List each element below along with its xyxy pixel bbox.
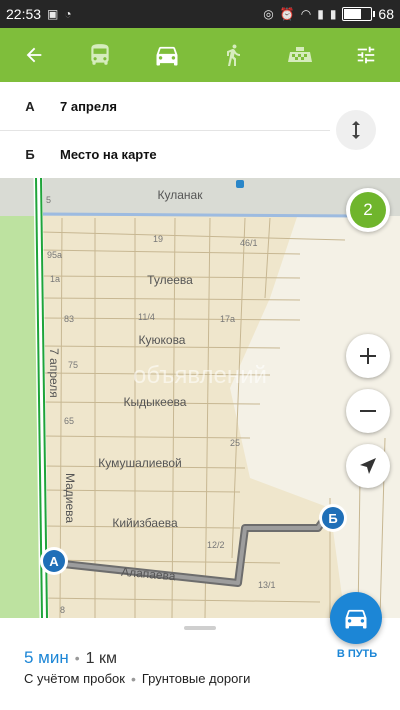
to-value: Место на карте [60, 146, 157, 162]
house-number: 95a [47, 250, 62, 260]
separator-dot: • [74, 650, 80, 666]
from-value: 7 апреля [60, 98, 117, 114]
transport-toolbar [0, 28, 400, 82]
street-label-kuyukova: Куюкова [139, 333, 186, 347]
bus-stop-icon [236, 180, 244, 188]
swap-vertical-icon [352, 121, 360, 139]
to-letter: Б [25, 146, 35, 162]
house-number: 11/4 [138, 312, 155, 322]
route-variants-count: 2 [350, 192, 386, 228]
marker-a[interactable]: А [40, 547, 68, 575]
house-number: 46/1 [240, 238, 258, 248]
minus-icon [360, 410, 376, 412]
marker-b[interactable]: Б [319, 504, 347, 532]
my-location-button[interactable] [346, 444, 390, 488]
route-fields: А 7 апреля Б Место на карте [0, 82, 400, 178]
battery-percent: 68 [378, 6, 394, 22]
house-number: 5 [46, 195, 51, 205]
car-icon [345, 609, 367, 629]
house-number: 1a [50, 274, 60, 284]
zoom-out-button[interactable] [346, 389, 390, 433]
sheet-handle[interactable] [184, 626, 216, 630]
from-letter: А [25, 98, 35, 114]
status-time: 22:53 [6, 6, 42, 22]
route-time: 5 мин [24, 648, 69, 667]
street-label-kulanak: Куланак [158, 188, 204, 202]
road-type-note: Грунтовые дороги [141, 671, 251, 686]
settings-sliders-icon[interactable] [346, 35, 386, 75]
traffic-note: С учётом пробок [24, 671, 125, 686]
route-distance: 1 км [85, 650, 117, 667]
house-number: 17a [220, 314, 235, 324]
watermark: объявлений [133, 362, 267, 389]
route-variants-button[interactable]: 2 [346, 188, 390, 232]
house-number: 12/2 [207, 540, 225, 550]
image-icon: ▣ [47, 7, 59, 21]
house-number: 25 [230, 438, 240, 448]
bus-icon[interactable] [80, 35, 120, 75]
wifi-icon: ◠ [300, 7, 312, 21]
back-arrow-icon[interactable] [14, 35, 54, 75]
navigation-arrow-icon [360, 458, 376, 474]
go-label[interactable]: В ПУТЬ [328, 648, 386, 660]
map-view[interactable]: Куланак Тулеева Куюкова Кыдыкеева Кумуша… [0, 178, 400, 618]
location-icon: ◎ [263, 7, 274, 21]
street-label-tuleeva: Тулеева [147, 273, 193, 287]
signal-icon-2: ▮ [329, 7, 337, 21]
status-bar: 22:53 ▣ ◔ ◎ ⏰ ◠ ▮ ▮ 68 [0, 0, 400, 28]
taxi-icon[interactable] [280, 35, 320, 75]
north-road [41, 212, 361, 218]
swap-button[interactable] [336, 110, 376, 150]
street-label-kumushalievoy: Кумушалиевой [98, 456, 182, 470]
street-label-madieva: Мадиева [63, 473, 77, 523]
signal-icon: ▮ [317, 7, 324, 21]
house-number: 83 [64, 314, 74, 324]
street-label-aprelya: 7 апреля [47, 348, 61, 398]
battery-icon [342, 7, 376, 21]
house-number: 65 [64, 416, 74, 426]
to-field[interactable]: Б Место на карте [0, 130, 330, 178]
street-label-kydykeeva: Кыдыкеева [124, 395, 187, 409]
zoom-in-button[interactable] [346, 334, 390, 378]
walk-icon[interactable] [213, 35, 253, 75]
house-number: 75 [68, 360, 78, 370]
alarm-icon: ⏰ [279, 7, 295, 21]
house-number: 8 [60, 605, 65, 615]
go-button[interactable] [330, 592, 382, 644]
house-number: 19 [153, 234, 163, 244]
marker-a-label: А [49, 554, 59, 569]
messenger-icon: ◔ [64, 7, 72, 21]
marker-b-label: Б [328, 511, 337, 526]
from-field[interactable]: А 7 апреля [0, 82, 330, 131]
car-icon[interactable] [147, 35, 187, 75]
house-number: 13/1 [258, 580, 276, 590]
street-label-kiyizbaeva: Кийизбаева [112, 516, 178, 530]
plus-icon [360, 348, 376, 364]
separator-dot-2: • [130, 671, 136, 687]
